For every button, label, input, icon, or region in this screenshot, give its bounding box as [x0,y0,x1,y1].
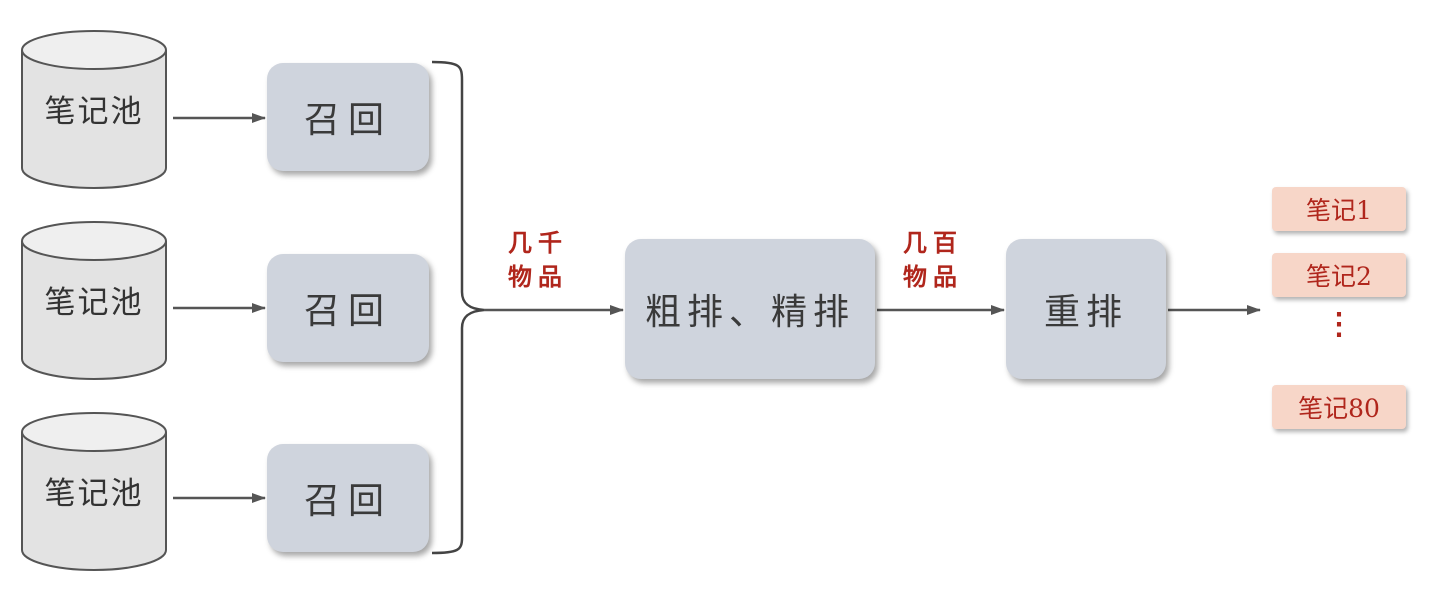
flow-label-line: 物品 [903,262,963,291]
note-pool-label: 笔记池 [44,94,144,130]
thousands-items-label: 几千 物品 [498,226,578,294]
output-note-2: 笔记2 [1272,253,1406,297]
recommendation-pipeline-diagram: 笔记池 笔记池 笔记池 召回 召回 召回 几千 物品 粗排、精排 几百 物品 重… [0,0,1436,594]
note-pool-label: 笔记池 [44,285,144,321]
flow-label-line: 几千 [508,228,568,257]
vertical-ellipsis: ⋮ [1324,307,1354,342]
recall-box-1: 召回 [267,63,429,171]
output-note-80: 笔记80 [1272,385,1406,429]
merge-bracket [431,60,485,555]
note-pool-cylinder-3: 笔记池 [21,412,167,572]
hundreds-items-label: 几百 物品 [893,226,973,294]
flow-label-line: 几百 [903,228,963,257]
note-pool-cylinder-1: 笔记池 [21,30,167,190]
note-pool-label: 笔记池 [44,476,144,512]
coarse-fine-ranking-box: 粗排、精排 [625,239,875,379]
flow-label-line: 物品 [508,262,568,291]
recall-box-3: 召回 [267,444,429,552]
rerank-box: 重排 [1006,239,1166,379]
recall-box-2: 召回 [267,254,429,362]
output-note-1: 笔记1 [1272,187,1406,231]
note-pool-cylinder-2: 笔记池 [21,221,167,381]
